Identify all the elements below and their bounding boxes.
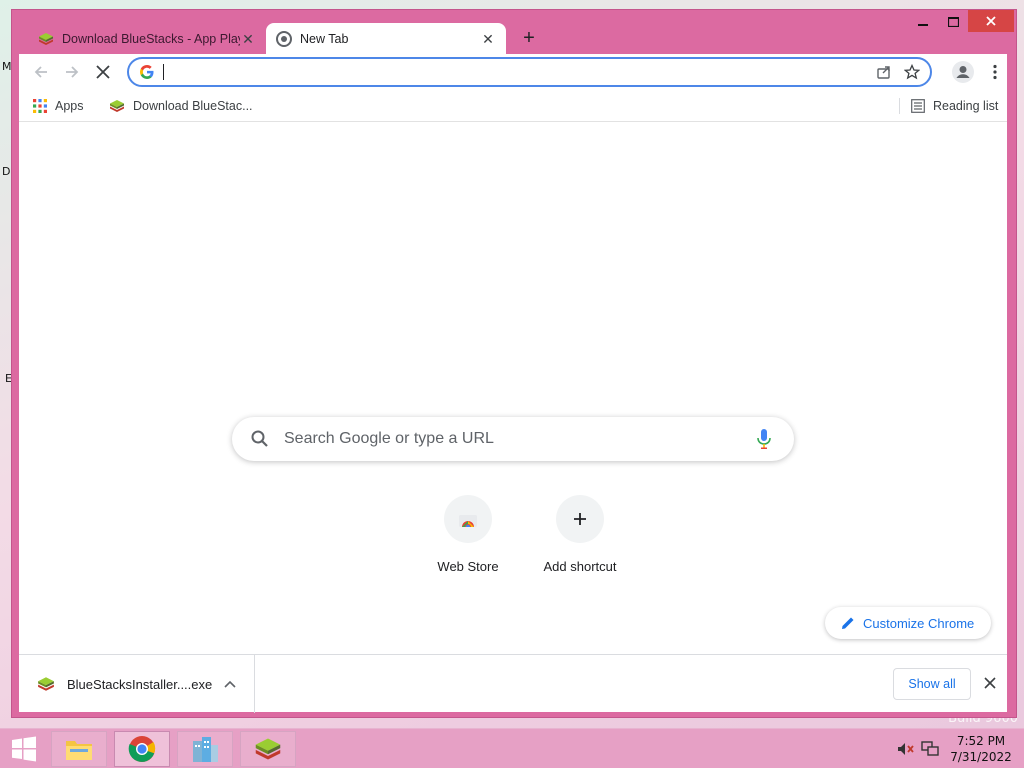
shortcut-tile xyxy=(444,495,492,543)
forward-button[interactable] xyxy=(58,58,86,86)
close-window-button[interactable] xyxy=(968,10,1014,32)
share-icon xyxy=(877,66,890,79)
chrome-menu-button[interactable] xyxy=(981,58,1009,86)
close-icon xyxy=(986,16,996,26)
taskbar-app-buildings[interactable] xyxy=(177,731,233,767)
apps-grid-icon xyxy=(33,99,47,113)
reading-list-icon xyxy=(911,99,925,113)
chevron-up-icon xyxy=(224,680,236,688)
bluestacks-icon xyxy=(110,100,124,112)
office-buildings-icon xyxy=(193,737,218,762)
clock-time: 7:52 PM xyxy=(956,734,1006,748)
address-input[interactable] xyxy=(172,63,870,81)
search-icon xyxy=(251,430,268,447)
bookmark-star-button[interactable] xyxy=(898,58,926,86)
bluestacks-icon xyxy=(39,33,53,45)
shortcut-label: Web Store xyxy=(437,559,499,574)
start-button[interactable] xyxy=(0,729,48,768)
text-cursor xyxy=(163,64,164,80)
apps-shortcut[interactable]: Apps xyxy=(33,96,84,116)
tab-bluestacks[interactable]: Download BlueStacks - App Player ✕ xyxy=(28,23,266,55)
download-item[interactable]: BlueStacksInstaller....exe xyxy=(19,655,255,713)
new-tab-page: Search Google or type a URL Web Store Ad… xyxy=(19,122,1007,654)
bookmark-bluestacks[interactable]: Download BlueStac... xyxy=(109,96,253,116)
kebab-menu-icon xyxy=(993,64,997,80)
file-explorer-icon xyxy=(66,741,92,760)
tab-new-tab[interactable]: New Tab ✕ xyxy=(266,23,506,55)
back-arrow-icon xyxy=(34,66,47,78)
share-button[interactable] xyxy=(870,58,898,86)
desktop-icon-label: D xyxy=(2,165,11,178)
volume-muted-button[interactable] xyxy=(896,739,916,759)
customize-chrome-button[interactable]: Customize Chrome xyxy=(825,607,991,639)
bluestacks-icon xyxy=(255,738,281,760)
address-bar[interactable] xyxy=(127,57,932,87)
ntp-search-box[interactable]: Search Google or type a URL xyxy=(232,417,794,461)
tab-title: New Tab xyxy=(300,32,349,46)
download-file-name: BlueStacksInstaller....exe xyxy=(67,676,213,692)
network-icon xyxy=(921,741,939,756)
tab-title: Download BlueStacks - App Player xyxy=(62,32,240,46)
plus-icon xyxy=(574,513,586,525)
network-button[interactable] xyxy=(920,739,940,759)
chrome-web-store-icon xyxy=(459,515,477,527)
close-icon[interactable]: ✕ xyxy=(240,31,256,47)
taskbar-chrome[interactable] xyxy=(114,731,170,767)
show-all-downloads-button[interactable]: Show all xyxy=(893,668,971,700)
star-icon xyxy=(904,64,920,80)
download-options-button[interactable] xyxy=(218,672,242,696)
windows-taskbar: 7:52 PM 7/31/2022 xyxy=(0,728,1024,768)
shortcut-label: Add shortcut xyxy=(543,559,617,574)
pencil-icon xyxy=(842,617,854,629)
new-tab-button[interactable]: + xyxy=(517,26,541,50)
taskbar-file-explorer[interactable] xyxy=(51,731,107,767)
stop-button[interactable] xyxy=(89,58,117,86)
bluestacks-icon xyxy=(38,677,54,691)
chrome-icon xyxy=(128,736,156,762)
apps-label: Apps xyxy=(55,99,84,113)
back-button[interactable] xyxy=(27,58,55,86)
microphone-icon[interactable] xyxy=(756,428,772,450)
minimize-button[interactable] xyxy=(908,10,938,34)
reading-list-label: Reading list xyxy=(933,99,999,113)
volume-muted-icon xyxy=(898,743,914,755)
taskbar-bluestacks[interactable] xyxy=(240,731,296,767)
plus-icon: + xyxy=(523,26,535,49)
search-placeholder: Search Google or type a URL xyxy=(284,430,494,447)
clock-date: 7/31/2022 xyxy=(950,750,1012,764)
bookmarks-bar: Apps Download BlueStac... Reading list xyxy=(19,90,1007,122)
tab-strip: Download BlueStacks - App Player ✕ New T… xyxy=(12,10,1016,55)
windows-logo-icon xyxy=(12,736,36,762)
close-icon[interactable]: ✕ xyxy=(480,31,496,47)
shortcut-add[interactable]: Add shortcut xyxy=(524,495,636,585)
close-icon xyxy=(984,677,996,689)
google-g-icon xyxy=(140,65,154,79)
stop-loading-icon xyxy=(96,65,110,79)
chrome-window: Download BlueStacks - App Player ✕ New T… xyxy=(11,9,1017,718)
bookmark-label: Download BlueStac... xyxy=(133,99,253,113)
shortcut-tile xyxy=(556,495,604,543)
system-clock[interactable]: 7:52 PM 7/31/2022 xyxy=(946,733,1016,765)
browser-toolbar xyxy=(19,54,1007,90)
shortcut-web-store[interactable]: Web Store xyxy=(412,495,524,585)
minimize-icon xyxy=(918,24,928,26)
forward-arrow-icon xyxy=(66,66,79,78)
maximize-button[interactable] xyxy=(938,10,968,34)
bookmarks-divider xyxy=(899,98,900,114)
customize-label: Customize Chrome xyxy=(863,615,975,631)
profile-icon xyxy=(952,61,974,83)
profile-button[interactable] xyxy=(949,58,977,86)
maximize-icon xyxy=(947,17,959,27)
reading-list-button[interactable]: Reading list xyxy=(911,96,998,116)
close-download-shelf-button[interactable] xyxy=(977,670,1003,696)
chrome-icon xyxy=(276,31,292,47)
download-shelf: BlueStacksInstaller....exe Show all xyxy=(19,654,1007,713)
